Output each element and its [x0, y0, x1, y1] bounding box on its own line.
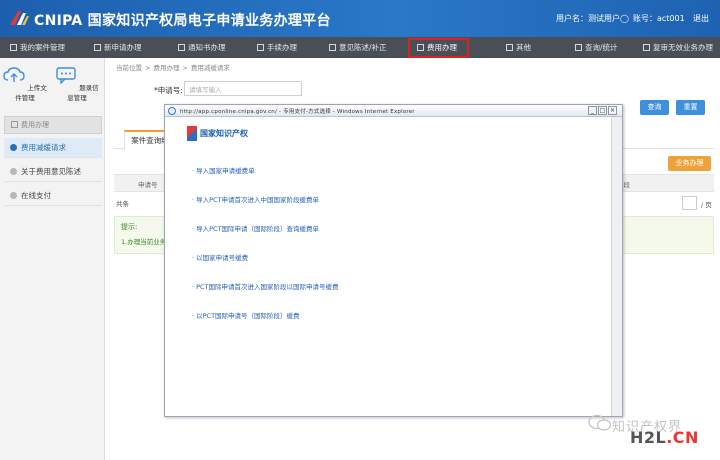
- flag-logo-icon: [187, 126, 197, 141]
- active-nav-highlight-box: [408, 38, 469, 58]
- bullet-icon: [10, 192, 17, 199]
- cnipa-logo-icon: [10, 11, 29, 25]
- nav-query-stats[interactable]: 查询/统计: [575, 37, 618, 58]
- bullet-icon: [10, 168, 17, 175]
- popup-titlebar: http://app.cponline.cnipa.gov.cn/ - 专用支付…: [165, 105, 622, 117]
- minimize-button[interactable]: _: [588, 106, 597, 115]
- link-import-pct-national-phase[interactable]: · 导入PCT申请首次进入中国国家阶段缓费单: [192, 194, 319, 204]
- ie-icon: [168, 107, 176, 115]
- nav-other[interactable]: 其他: [506, 37, 531, 58]
- app-window: CNIPA 国家知识产权局电子申请业务办理平台 用户名：测试用户◯ 账号：act…: [0, 0, 720, 460]
- upload-file-management[interactable]: 上传文件管理: [2, 66, 48, 102]
- nav-my-cases[interactable]: 我的案件管理: [10, 37, 65, 58]
- link-national-application-number[interactable]: · 以国家申请号缓费: [192, 252, 248, 262]
- tips-text: 1.办理当前业务: [121, 238, 167, 246]
- application-number-input[interactable]: 请填写输入: [184, 81, 302, 96]
- nav-reexamination[interactable]: 复审无效业务办理: [643, 37, 713, 58]
- chat-icon: [56, 67, 76, 85]
- grid-icon: [506, 44, 513, 51]
- chart-icon: [575, 44, 582, 51]
- sidebar: 上传文件管理 题录信息管理 费用办理 费用减缓请求 关于费用意见陈述 在线支付: [0, 58, 105, 460]
- sidebar-group-fees: 费用办理: [4, 116, 102, 134]
- nav-notices[interactable]: 通知书办理: [178, 37, 226, 58]
- column-header-application-number: 申请号: [138, 181, 158, 189]
- breadcrumb: 当前位置 > 费用办理 > 费用减缓请求: [116, 64, 230, 72]
- watermark-site: H2L.CN: [630, 428, 699, 447]
- logout-link[interactable]: 退出: [693, 13, 709, 24]
- cloud-upload-icon: [3, 67, 25, 82]
- maximize-button[interactable]: □: [598, 106, 607, 115]
- popup-scrollbar[interactable]: [611, 117, 622, 416]
- account-label: 账号：act001: [633, 14, 685, 23]
- username-label: 用户名：测试用户◯: [556, 14, 629, 23]
- nav-procedures[interactable]: 手续办理: [257, 37, 297, 58]
- folder-icon: [11, 121, 18, 128]
- link-pct-international-phase-number[interactable]: · 以PCT国际申请号（国际阶段）缓费: [192, 310, 300, 320]
- sidebar-item-fee-reduction[interactable]: 费用减缓请求: [4, 138, 102, 158]
- page-number-input[interactable]: [682, 196, 697, 210]
- wechat-icon: [588, 414, 612, 431]
- sidebar-item-online-payment[interactable]: 在线支付: [4, 186, 102, 206]
- popup-title: http://app.cponline.cnipa.gov.cn/ - 专用支付…: [180, 109, 415, 115]
- page-count-text: / 页: [701, 201, 712, 209]
- bibliographic-info-management[interactable]: 题录信息管理: [54, 66, 100, 102]
- link-pct-international-number[interactable]: · PCT国际申请首次进入国家阶段以国际申请号缓费: [192, 281, 339, 291]
- reset-button[interactable]: 重置: [676, 100, 705, 115]
- bullet-icon: [10, 144, 17, 151]
- business-handle-button[interactable]: 业务办理: [668, 156, 711, 171]
- link-import-pct-international-phase[interactable]: · 导入PCT国际申请（国际阶段）查询缓费单: [192, 223, 319, 233]
- total-count: 共条: [116, 200, 129, 208]
- query-button[interactable]: 查询: [640, 100, 669, 115]
- document-icon: [94, 44, 101, 51]
- tips-title: 提示:: [121, 223, 138, 231]
- nav-opinions[interactable]: 意见陈述/补正: [329, 37, 387, 58]
- platform-title: CNIPA 国家知识产权局电子申请业务办理平台: [34, 13, 331, 29]
- form-icon: [257, 44, 264, 51]
- gavel-icon: [643, 44, 650, 51]
- header: CNIPA 国家知识产权局电子申请业务办理平台 用户名：测试用户◯ 账号：act…: [0, 0, 720, 37]
- application-number-label: *申请号:: [154, 86, 183, 95]
- edit-icon: [329, 44, 336, 51]
- payment-method-popup-window: http://app.cponline.cnipa.gov.cn/ - 专用支付…: [164, 104, 623, 417]
- main-nav: 我的案件管理 新申请办理 通知书办理 手续办理 意见陈述/补正 费用办理 其他 …: [0, 37, 720, 58]
- close-button[interactable]: ×: [608, 106, 617, 115]
- nav-new-application[interactable]: 新申请办理: [94, 37, 142, 58]
- mail-icon: [178, 44, 185, 51]
- sidebar-item-fee-opinion[interactable]: 关于费用意见陈述: [4, 162, 102, 182]
- popup-logo: 国家知识产权: [187, 125, 248, 143]
- link-import-national-application[interactable]: · 导入国家申请缓费单: [192, 165, 255, 175]
- home-icon: [10, 44, 17, 51]
